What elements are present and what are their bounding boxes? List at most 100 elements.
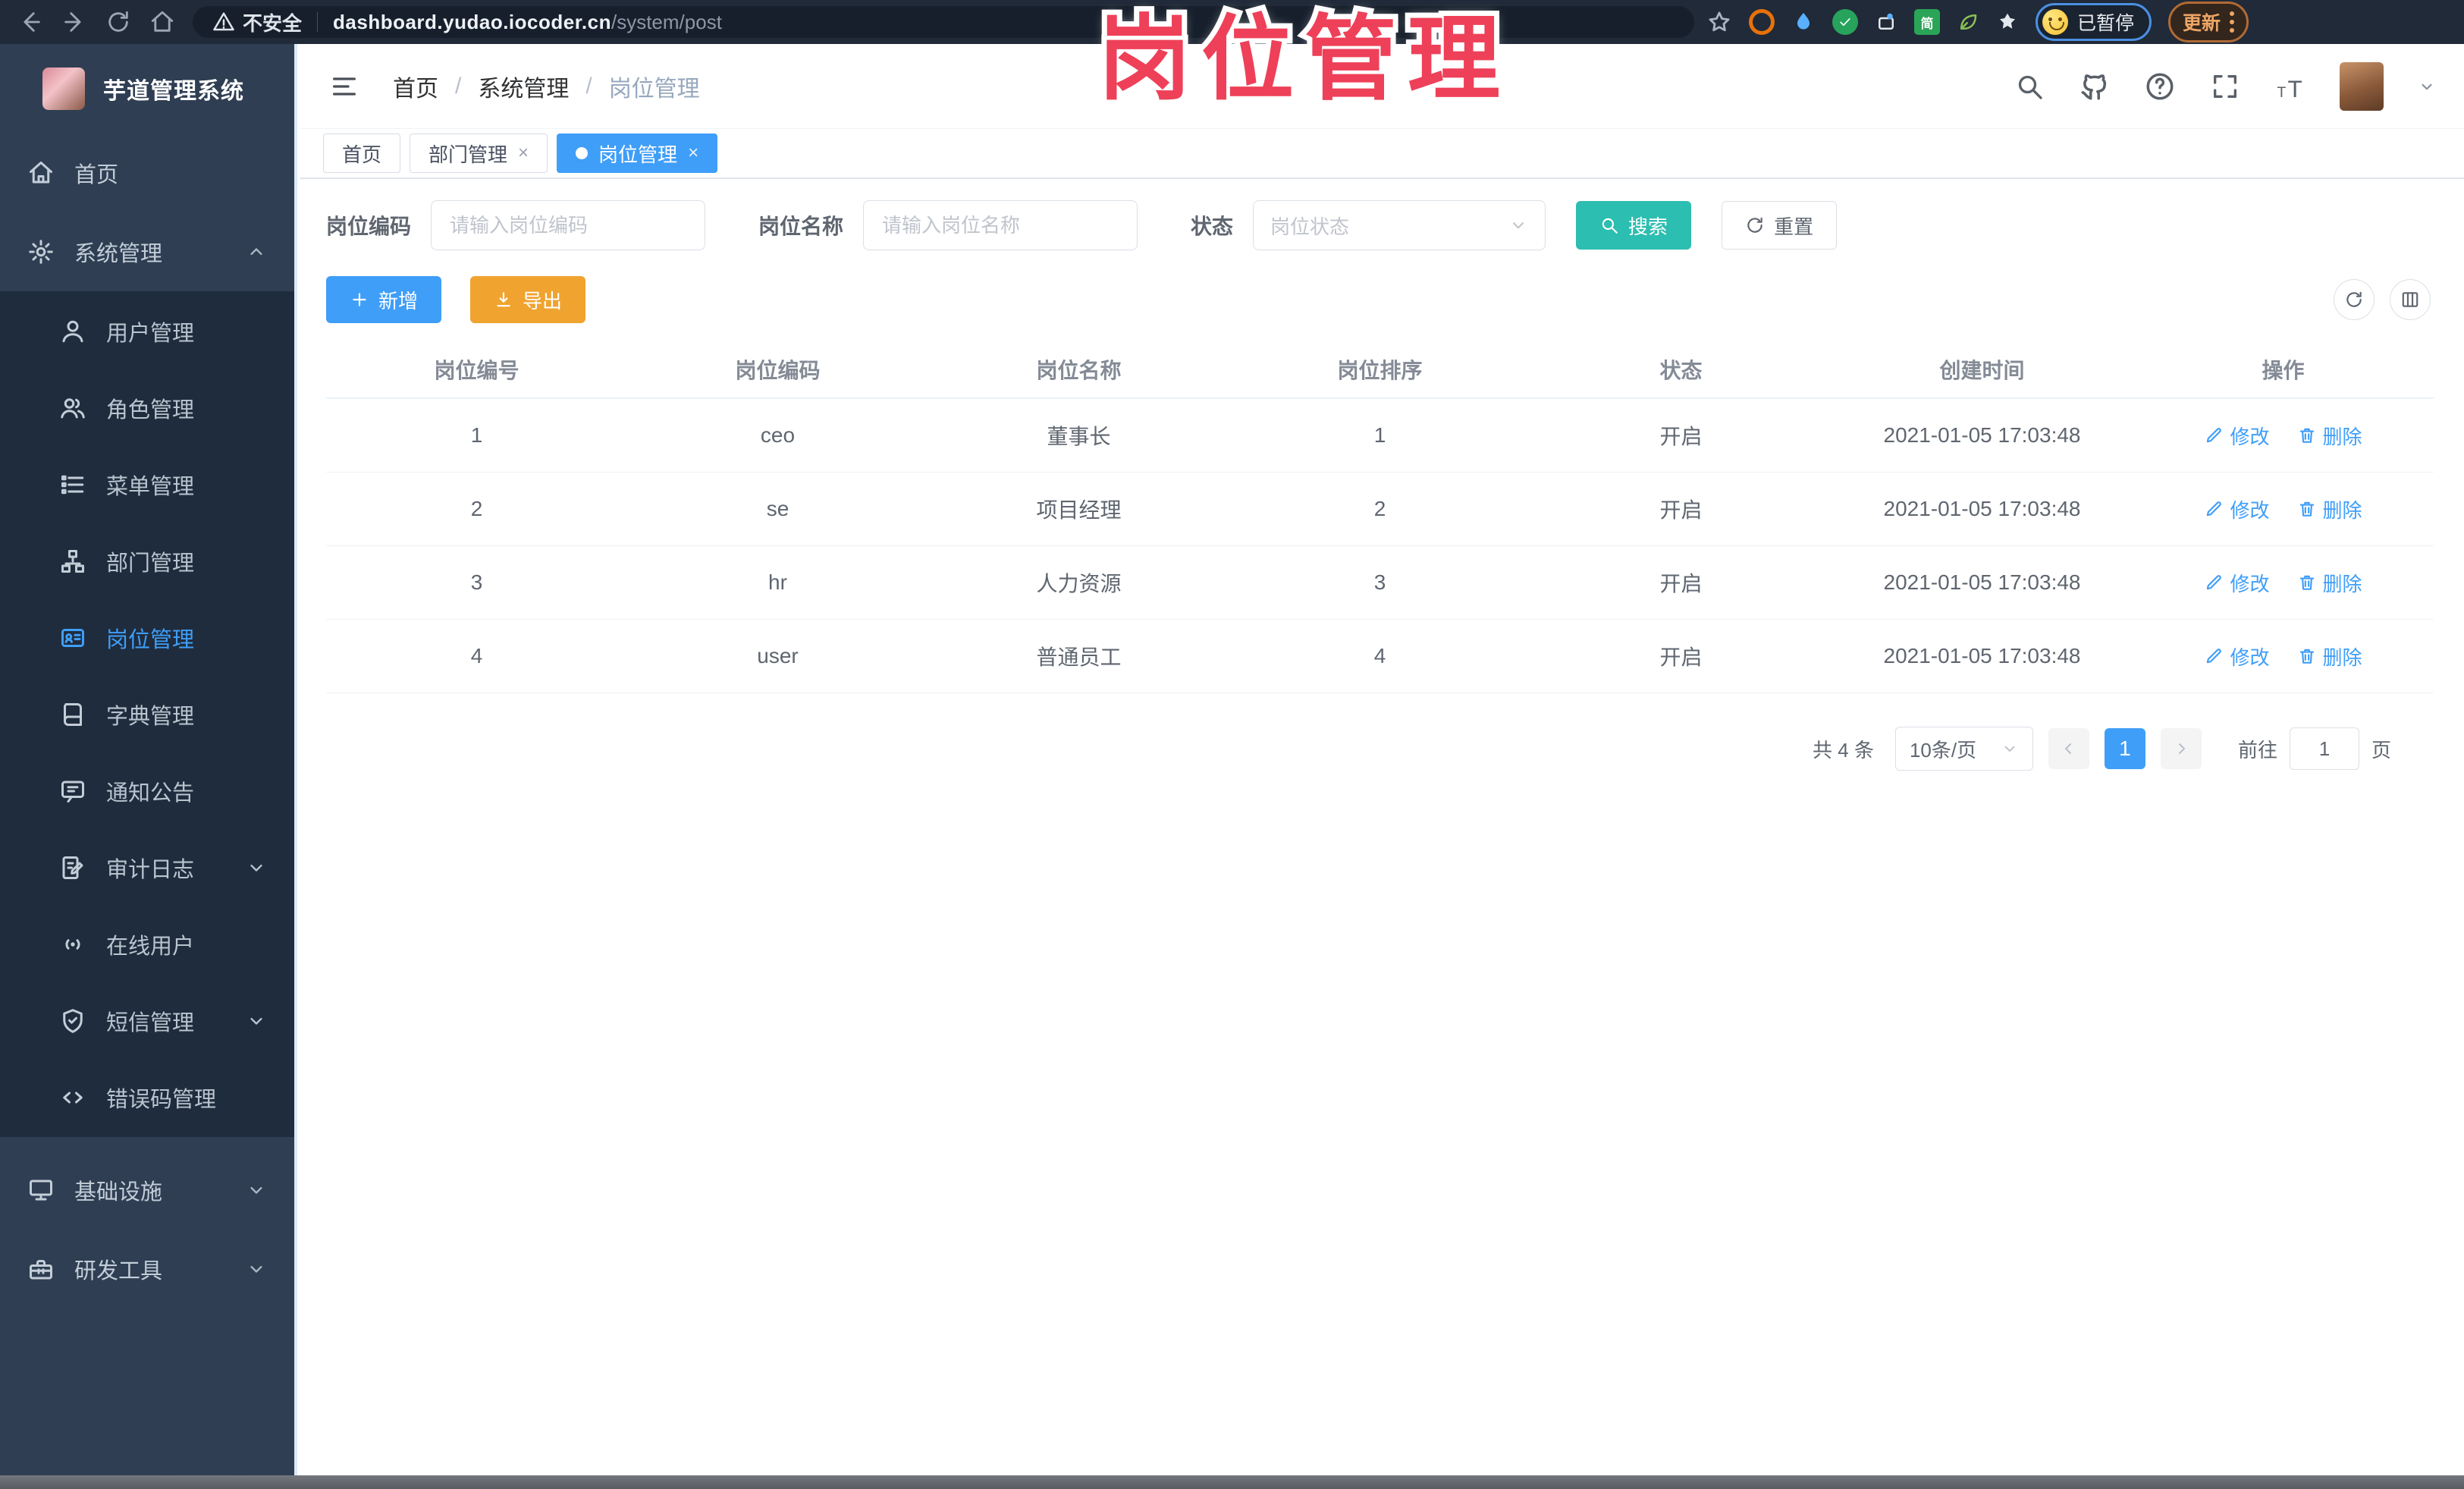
search-icon[interactable] <box>2014 71 2045 102</box>
prev-page-button[interactable] <box>2048 728 2089 769</box>
chevron-left-icon <box>2064 743 2071 754</box>
extension-translate-icon[interactable]: 简 <box>1914 9 1940 35</box>
goto-page-input[interactable] <box>2289 727 2359 770</box>
edit-icon <box>2207 649 2222 664</box>
sidebar-item-posts[interactable]: 岗位管理 <box>0 599 294 676</box>
book-icon <box>64 702 82 726</box>
refresh-table-button[interactable] <box>2334 279 2375 320</box>
breadcrumb-current: 岗位管理 <box>608 76 700 102</box>
svg-text:T: T <box>2288 75 2302 102</box>
status-value: 开启 <box>1659 498 1703 522</box>
search-button[interactable]: 搜索 <box>1576 201 1692 250</box>
extension-orange-icon[interactable] <box>1749 9 1775 35</box>
page-size-select[interactable]: 10条/页 <box>1894 727 2033 771</box>
user-icon <box>62 320 83 342</box>
edit-icon <box>2207 428 2222 443</box>
fullscreen-icon[interactable] <box>2209 71 2241 102</box>
github-icon[interactable] <box>2079 71 2111 102</box>
sidebar-item-notice[interactable]: 通知公告 <box>0 752 294 829</box>
reset-button[interactable]: 重置 <box>1722 201 1838 250</box>
id-badge-icon <box>61 628 84 647</box>
chevron-down-icon <box>2004 746 2015 752</box>
post-name-label: 岗位名称 <box>758 215 844 238</box>
sidebar-item-dict[interactable]: 字典管理 <box>0 676 294 752</box>
extension-bird-icon[interactable] <box>1996 11 2019 33</box>
broadcast-icon <box>65 938 80 950</box>
extension-leaf-icon[interactable] <box>1957 11 1979 33</box>
chevron-down-icon <box>1513 222 1524 229</box>
status-value: 开启 <box>1659 425 1703 448</box>
edit-link[interactable]: 修改 <box>2204 495 2270 523</box>
update-button[interactable]: 更新 <box>2168 2 2249 42</box>
extension-drop-icon[interactable] <box>1791 10 1816 34</box>
sidebar-item-audit-log[interactable]: 审计日志 <box>0 829 294 906</box>
page-unit-label: 页 <box>2371 738 2391 762</box>
code-icon <box>63 1092 83 1103</box>
post-code-input[interactable] <box>431 200 706 250</box>
browser-home-icon[interactable] <box>146 5 179 39</box>
help-icon[interactable] <box>2144 71 2176 102</box>
paused-badge[interactable]: 已暂停 <box>2036 3 2152 41</box>
avatar[interactable] <box>2340 61 2384 111</box>
page-number-button[interactable]: 1 <box>2104 728 2145 769</box>
browser-back-icon[interactable] <box>14 5 47 39</box>
table-row: 4 user 普通员工 4 开启 2021-01-05 17:03:48 修改 … <box>326 620 2434 693</box>
table-header-row: 岗位编号 岗位编码 岗位名称 岗位排序 状态 创建时间 操作 <box>326 341 2434 399</box>
column-settings-button[interactable] <box>2390 279 2431 320</box>
post-code-label: 岗位编码 <box>326 215 412 238</box>
breadcrumb-home[interactable]: 首页 <box>393 70 438 103</box>
sidebar-item-roles[interactable]: 角色管理 <box>0 369 294 446</box>
sidebar-item-menus[interactable]: 菜单管理 <box>0 446 294 523</box>
shield-icon <box>63 1008 83 1033</box>
security-label: 不安全 <box>243 11 303 35</box>
tab-dept[interactable]: 部门管理 × <box>410 134 548 173</box>
sidebar-item-depts[interactable]: 部门管理 <box>0 523 294 599</box>
sidebar-item-sms[interactable]: 短信管理 <box>0 982 294 1059</box>
delete-link[interactable]: 删除 <box>2297 642 2362 671</box>
status-select[interactable]: 岗位状态 <box>1253 200 1546 250</box>
browser-forward-icon[interactable] <box>58 5 91 39</box>
refresh-icon <box>1747 217 1762 233</box>
avatar-caret-icon[interactable] <box>2417 77 2437 96</box>
sidebar-item-infra[interactable]: 基础设施 <box>0 1151 294 1230</box>
edit-link[interactable]: 修改 <box>2204 422 2270 450</box>
browser-reload-icon[interactable] <box>102 5 135 39</box>
export-button[interactable]: 导出 <box>470 276 586 323</box>
bookmark-star-icon[interactable] <box>1706 9 1732 35</box>
breadcrumb: 首页 / 系统管理 / 岗位管理 <box>393 70 700 103</box>
sidebar-item-home[interactable]: 首页 <box>0 134 294 212</box>
app-logo-row[interactable]: 芋道管理系统 <box>0 44 294 134</box>
post-name-input[interactable] <box>863 200 1138 250</box>
sidebar-item-devtools[interactable]: 研发工具 <box>0 1230 294 1308</box>
extension-pin-icon[interactable] <box>1875 11 1897 33</box>
delete-link[interactable]: 删除 <box>2297 569 2362 597</box>
delete-link[interactable]: 删除 <box>2297 495 2362 523</box>
chevron-down-icon <box>250 1186 262 1194</box>
edit-icon <box>2207 501 2222 517</box>
plus-icon <box>353 293 366 306</box>
svg-text:T: T <box>2277 85 2287 101</box>
sidebar-item-system[interactable]: 系统管理 <box>0 212 294 291</box>
sidebar-item-error-codes[interactable]: 错误码管理 <box>0 1059 294 1136</box>
edit-link[interactable]: 修改 <box>2204 569 2270 597</box>
tab-home[interactable]: 首页 <box>323 134 401 173</box>
sidebar-item-online-users[interactable]: 在线用户 <box>0 906 294 982</box>
active-dot <box>576 147 589 159</box>
next-page-button[interactable] <box>2160 728 2202 769</box>
extension-check-icon[interactable] <box>1832 9 1858 35</box>
edit-link[interactable]: 修改 <box>2204 642 2270 671</box>
font-size-icon[interactable]: TT <box>2274 71 2306 102</box>
filter-form: 岗位编码 岗位名称 状态 岗位状态 搜索 重置 <box>326 199 2464 252</box>
add-button[interactable]: 新增 <box>326 276 442 323</box>
browser-menu-icon[interactable] <box>2230 11 2235 33</box>
app-logo <box>42 68 85 110</box>
close-icon[interactable]: × <box>518 144 529 162</box>
tab-post[interactable]: 岗位管理 × <box>557 134 718 173</box>
delete-link[interactable]: 删除 <box>2297 422 2362 450</box>
trash-icon <box>2299 649 2314 664</box>
sidebar-item-users[interactable]: 用户管理 <box>0 293 294 369</box>
breadcrumb-system[interactable]: 系统管理 <box>478 70 569 103</box>
close-icon[interactable]: × <box>688 144 698 162</box>
collapse-sidebar-icon[interactable] <box>328 70 361 103</box>
search-icon <box>1602 218 1618 234</box>
